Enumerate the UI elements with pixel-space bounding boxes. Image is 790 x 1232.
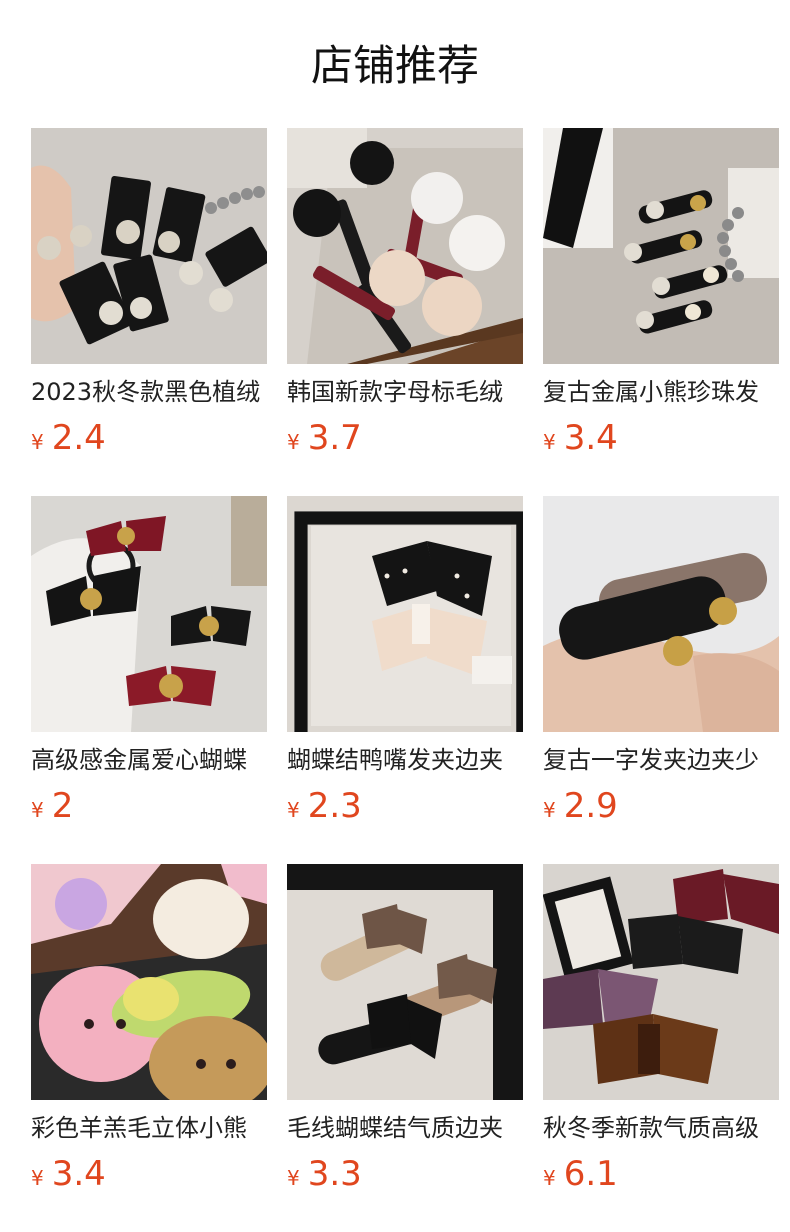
product-name[interactable]: 韩国新款字母标毛绒 [287, 376, 523, 408]
product-name[interactable]: 复古金属小熊珍珠发 [543, 376, 779, 408]
price-amount: 2 [51, 786, 74, 826]
currency-symbol: ¥ [287, 1166, 300, 1190]
product-image[interactable] [31, 128, 267, 364]
price-amount: 2.4 [51, 418, 106, 458]
product-image[interactable] [543, 496, 779, 732]
currency-symbol: ¥ [543, 1166, 556, 1190]
product-price: ¥2 [31, 784, 73, 828]
currency-symbol: ¥ [31, 430, 44, 454]
page-title: 店铺推荐 [310, 41, 479, 90]
product-image[interactable] [543, 864, 779, 1100]
product-image[interactable] [287, 128, 523, 364]
product-name[interactable]: 蝴蝶结鸭嘴发夹边夹 [287, 744, 523, 776]
price-amount: 2.9 [563, 786, 618, 826]
product-price: ¥3.4 [31, 1152, 106, 1196]
product-name[interactable]: 2023秋冬款黑色植绒 [31, 376, 267, 408]
currency-symbol: ¥ [287, 798, 300, 822]
product-name[interactable]: 高级感金属爱心蝴蝶 [31, 744, 267, 776]
product-image[interactable] [287, 864, 523, 1100]
product-price: ¥3.3 [287, 1152, 362, 1196]
currency-symbol: ¥ [543, 798, 556, 822]
product-price: ¥2.4 [31, 416, 106, 460]
product-price: ¥3.4 [543, 416, 618, 460]
product-image[interactable] [543, 128, 779, 364]
price-amount: 6.1 [563, 1154, 618, 1194]
product-image[interactable] [31, 496, 267, 732]
price-amount: 3.7 [307, 418, 362, 458]
currency-symbol: ¥ [31, 1166, 44, 1190]
price-amount: 3.4 [51, 1154, 106, 1194]
price-amount: 2.3 [307, 786, 362, 826]
price-amount: 3.3 [307, 1154, 362, 1194]
product-price: ¥3.7 [287, 416, 362, 460]
product-name[interactable]: 彩色羊羔毛立体小熊 [31, 1112, 267, 1144]
currency-symbol: ¥ [543, 430, 556, 454]
product-price: ¥2.3 [287, 784, 362, 828]
product-name[interactable]: 毛线蝴蝶结气质边夹 [287, 1112, 523, 1144]
product-name[interactable]: 复古一字发夹边夹少 [543, 744, 779, 776]
product-price: ¥6.1 [543, 1152, 618, 1196]
product-price: ¥2.9 [543, 784, 618, 828]
product-image[interactable] [31, 864, 267, 1100]
product-name[interactable]: 秋冬季新款气质高级 [543, 1112, 779, 1144]
price-amount: 3.4 [563, 418, 618, 458]
product-grid: 2023秋冬款黑色植绒 ¥2.4 韩国新款字母标毛绒 ¥ 3.7 复古金属小熊珍… [31, 128, 779, 1208]
currency-symbol: ¥ [31, 798, 44, 822]
product-image[interactable] [287, 496, 523, 732]
currency-symbol: ¥ [287, 430, 300, 454]
